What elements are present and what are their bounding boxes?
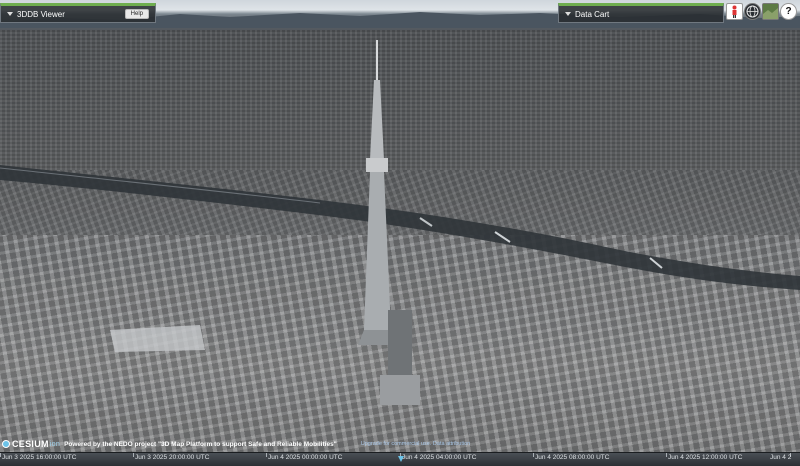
- timeline-tick-label: Jun 4 2025 12:00:00 UTC: [668, 454, 743, 461]
- cesium-ion-text: ion: [49, 440, 61, 448]
- tick-line: [666, 453, 667, 457]
- credits-bar: CESIUM ion Powered by the NEDO project "…: [2, 438, 470, 450]
- timeline[interactable]: Jun 3 2025 16:00:00 UTC Jun 3 2025 20:00…: [0, 452, 800, 466]
- scene-mode-button[interactable]: [744, 3, 761, 20]
- collapse-triangle-icon[interactable]: [7, 12, 13, 16]
- timeline-tick-label: Jun 4 2025 04:00:00 UTC: [402, 454, 477, 461]
- timeline-tick-label: Jun 4 2025 08:00:00 UTC: [535, 454, 610, 461]
- collapse-triangle-icon[interactable]: [565, 12, 571, 16]
- pedestrian-mode-button[interactable]: [726, 3, 743, 20]
- credit-links[interactable]: Upgrade for commercial use. Data attribu…: [361, 441, 470, 447]
- globe-icon: [746, 5, 759, 18]
- cesium-logo-icon: [2, 440, 10, 448]
- nedo-credit: Powered by the NEDO project "3D Map Plat…: [64, 440, 337, 448]
- data-cart-panel[interactable]: Data Cart: [558, 3, 724, 23]
- timeline-tick-label: Jun 3 2025 16:00:00 UTC: [2, 454, 77, 461]
- base-layer-picker-button[interactable]: [762, 3, 779, 20]
- help-button[interactable]: Help: [124, 9, 149, 19]
- timeline-tick-label: Jun 4 2: [770, 454, 792, 461]
- timeline-tick-label: Jun 3 2025 20:00:00 UTC: [135, 454, 210, 461]
- tick-line: [533, 453, 534, 457]
- layers-icon: [763, 4, 778, 19]
- panel-title: Data Cart: [575, 9, 610, 19]
- person-icon: [732, 5, 737, 18]
- tick-line: [266, 453, 267, 457]
- timeline-scrubber[interactable]: [398, 456, 404, 462]
- skytree-tower: [358, 40, 420, 405]
- cesium-logo[interactable]: CESIUM ion: [2, 439, 60, 449]
- panel-title: 3DDB Viewer: [17, 9, 65, 19]
- tick-line: [133, 453, 134, 457]
- tick-line: [0, 453, 1, 457]
- 3ddb-viewer-panel[interactable]: 3DDB Viewer Help: [0, 3, 156, 23]
- cesium-logo-text: CESIUM: [12, 439, 49, 449]
- timeline-tick-label: Jun 4 2025 00:00:00 UTC: [268, 454, 343, 461]
- navigation-help-button[interactable]: ?: [780, 3, 797, 20]
- 3d-map-viewport[interactable]: [0, 0, 800, 452]
